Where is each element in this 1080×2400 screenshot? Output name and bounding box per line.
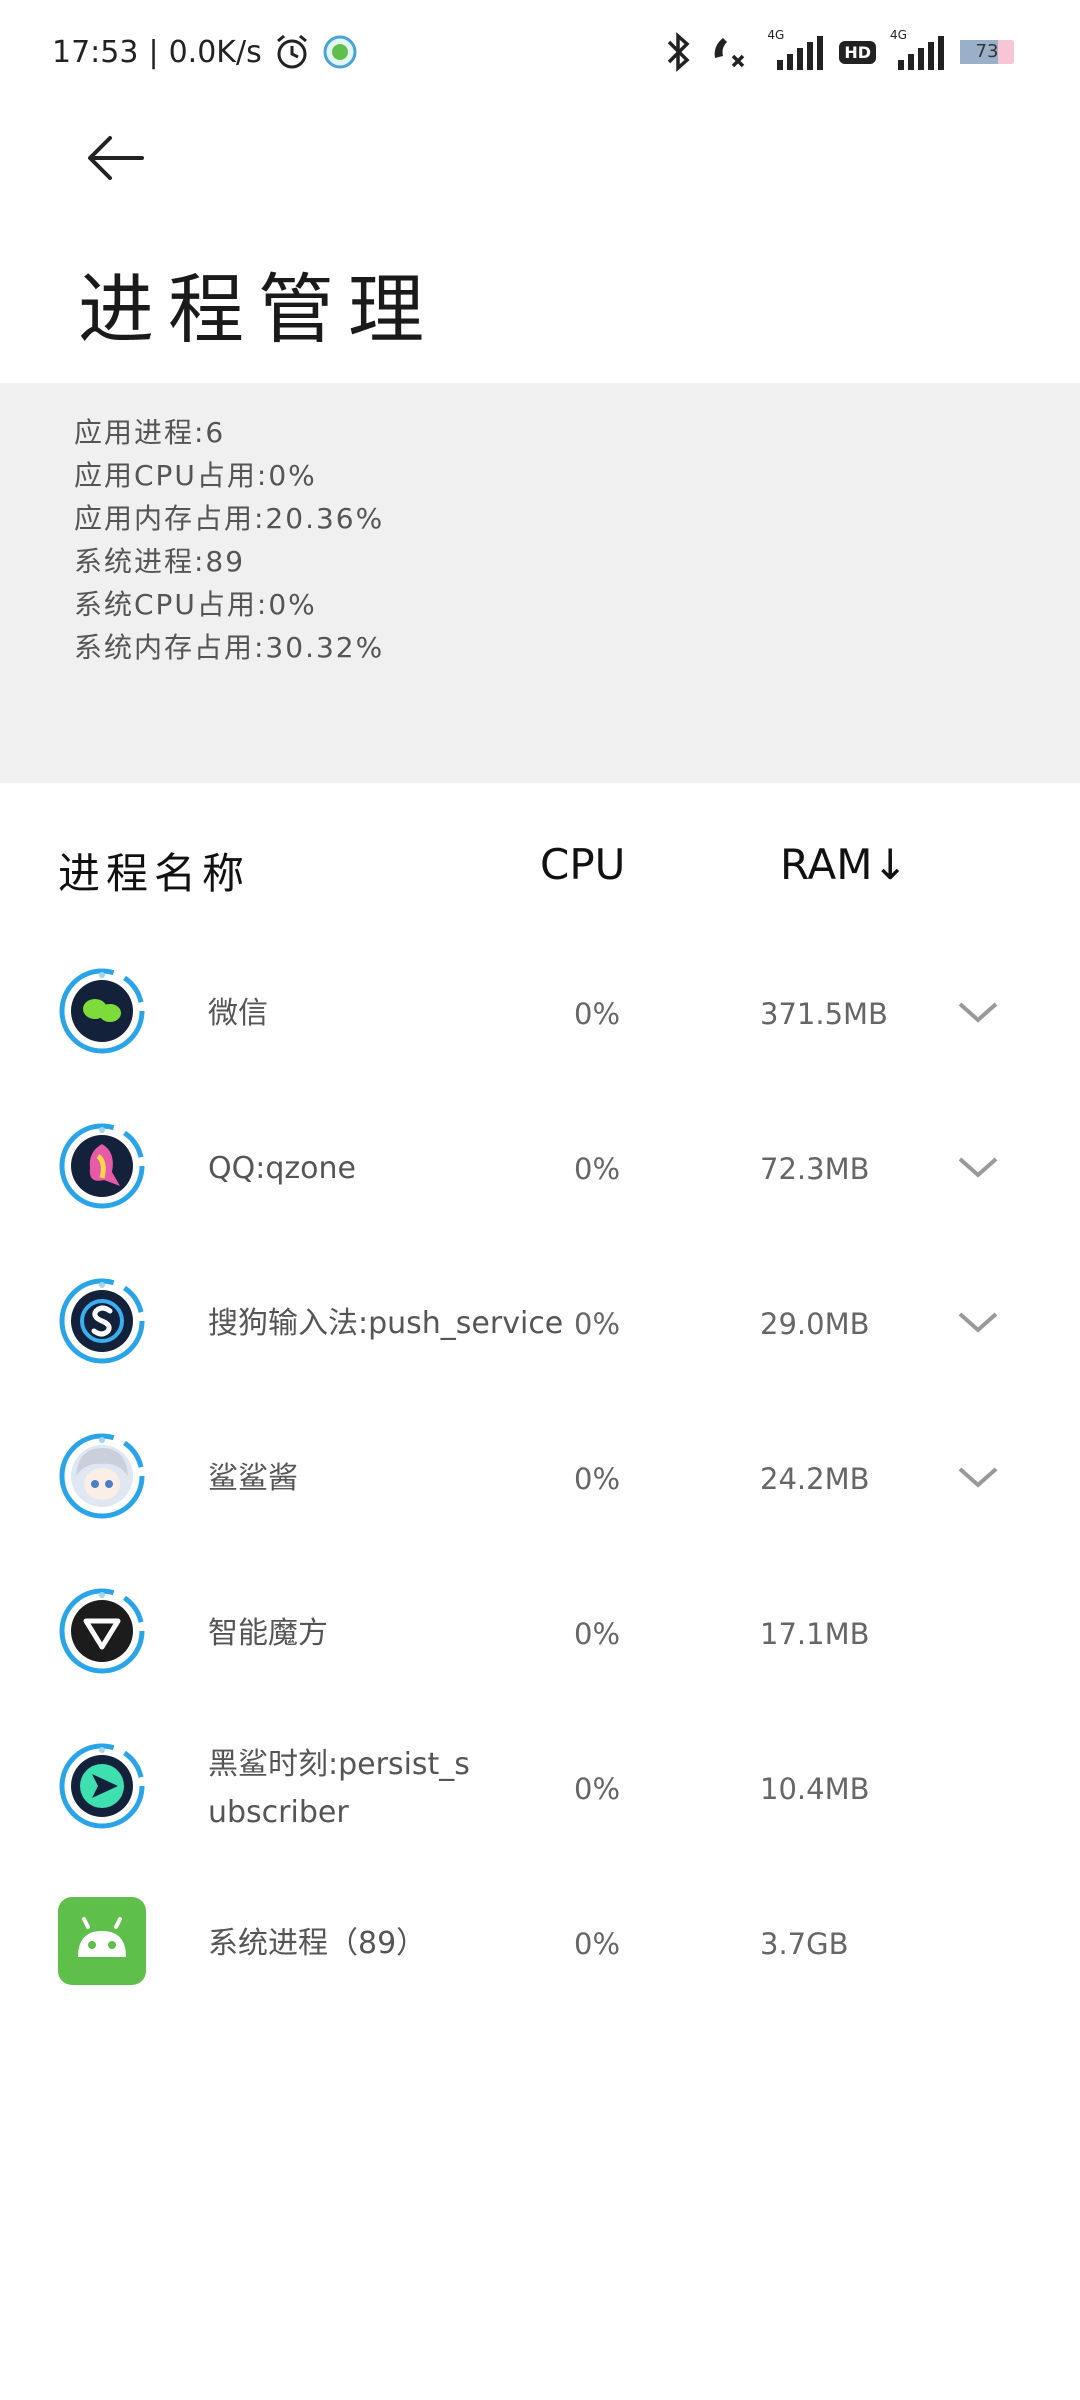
chevron-down-icon[interactable] <box>956 1149 1000 1185</box>
app-notification-icon <box>323 35 357 69</box>
back-button[interactable] <box>78 126 154 190</box>
call-muted-icon <box>714 38 745 68</box>
table-header: 进程名称 CPU RAM↓ <box>0 840 1080 910</box>
process-row-qq[interactable]: QQ:qzone 0% 72.3MB <box>0 1091 1080 1246</box>
process-ram: 72.3MB <box>760 1151 870 1186</box>
process-cpu: 0% <box>574 1771 621 1806</box>
process-row-magic-cube[interactable]: 智能魔方 0% 17.1MB <box>0 1556 1080 1711</box>
process-name: 鲨鲨酱 <box>208 1460 298 1496</box>
process-cpu: 0% <box>574 1151 621 1186</box>
process-name: QQ:qzone <box>208 1150 356 1186</box>
summary-sys-process: 系统进程:89 <box>74 545 246 578</box>
header-process-name: 进程名称 <box>58 849 251 898</box>
battery-icon: 73 <box>960 40 1014 64</box>
summary-sys-mem: 系统内存占用:30.32% <box>74 631 385 664</box>
bluetooth-icon <box>668 32 690 72</box>
process-cpu: 0% <box>574 1926 621 1961</box>
back-arrow-icon <box>88 136 144 180</box>
process-ram: 3.7GB <box>760 1926 849 1961</box>
summary-sys-cpu: 系统CPU占用:0% <box>74 588 317 621</box>
chevron-down-icon[interactable] <box>956 1304 1000 1340</box>
process-ram: 17.1MB <box>760 1616 870 1651</box>
process-name: 搜狗输入法:push_service <box>208 1305 564 1341</box>
hd-icon: HD <box>839 40 876 64</box>
battery-level: 73 <box>975 41 999 62</box>
header-cpu[interactable]: CPU <box>540 840 625 889</box>
status-left: 17:53 | 0.0K/s <box>52 28 358 76</box>
signal-icon-2: 4G <box>890 28 946 72</box>
process-row-system[interactable]: 系统进程（89） 0% 3.7GB <box>0 1866 1080 2021</box>
process-ram: 24.2MB <box>760 1461 870 1496</box>
chevron-down-icon[interactable] <box>956 994 1000 1030</box>
summary-app-cpu: 应用CPU占用:0% <box>74 459 317 492</box>
summary-app-mem: 应用内存占用:20.36% <box>74 502 385 535</box>
process-row-blackshark-moment[interactable]: 黑鲨时刻:persist_subscriber 0% 10.4MB <box>0 1711 1080 1866</box>
status-bar: 17:53 | 0.0K/s 4G HD 4G 73 <box>0 0 1080 100</box>
signal-icon-1: 4G <box>763 28 825 72</box>
anime-avatar-icon <box>59 1433 145 1519</box>
alarm-icon <box>276 34 307 69</box>
android-icon <box>58 1897 146 1985</box>
process-cpu: 0% <box>574 1306 621 1341</box>
process-cpu: 0% <box>574 1461 621 1496</box>
process-ram: 371.5MB <box>760 996 888 1031</box>
page-title: 进程管理 <box>78 265 438 354</box>
status-right: 4G HD 4G 73 <box>661 28 1014 76</box>
sogou-icon <box>59 1278 145 1364</box>
magic-cube-icon <box>59 1588 145 1674</box>
status-time: 17:53 <box>52 34 139 70</box>
process-ram: 29.0MB <box>760 1306 870 1341</box>
process-cpu: 0% <box>574 1616 621 1651</box>
play-icon <box>59 1743 145 1829</box>
process-row-wechat[interactable]: 微信 0% 371.5MB <box>0 936 1080 1091</box>
process-cpu: 0% <box>574 996 621 1031</box>
process-row-shashajiang[interactable]: 鲨鲨酱 0% 24.2MB <box>0 1401 1080 1556</box>
process-name: 系统进程（89） <box>208 1925 427 1961</box>
qq-icon <box>59 1123 145 1209</box>
summary-panel: 应用进程:6 应用CPU占用:0% 应用内存占用:20.36% 系统进程:89 … <box>0 383 1080 783</box>
summary-app-process: 应用进程:6 <box>74 416 226 449</box>
process-name: 智能魔方 <box>208 1615 328 1651</box>
process-ram: 10.4MB <box>760 1771 870 1806</box>
status-net-speed: 0.0K/s <box>168 34 262 70</box>
process-name: 微信 <box>208 995 268 1031</box>
process-row-sogou[interactable]: 搜狗输入法:push_service 0% 29.0MB <box>0 1246 1080 1401</box>
chevron-down-icon[interactable] <box>956 1459 1000 1495</box>
process-name: 黑鲨时刻:persist_subscriber <box>208 1746 470 1830</box>
status-separator: | <box>148 34 159 70</box>
header-ram-sort[interactable]: RAM↓ <box>780 840 908 889</box>
wechat-icon <box>59 968 145 1054</box>
